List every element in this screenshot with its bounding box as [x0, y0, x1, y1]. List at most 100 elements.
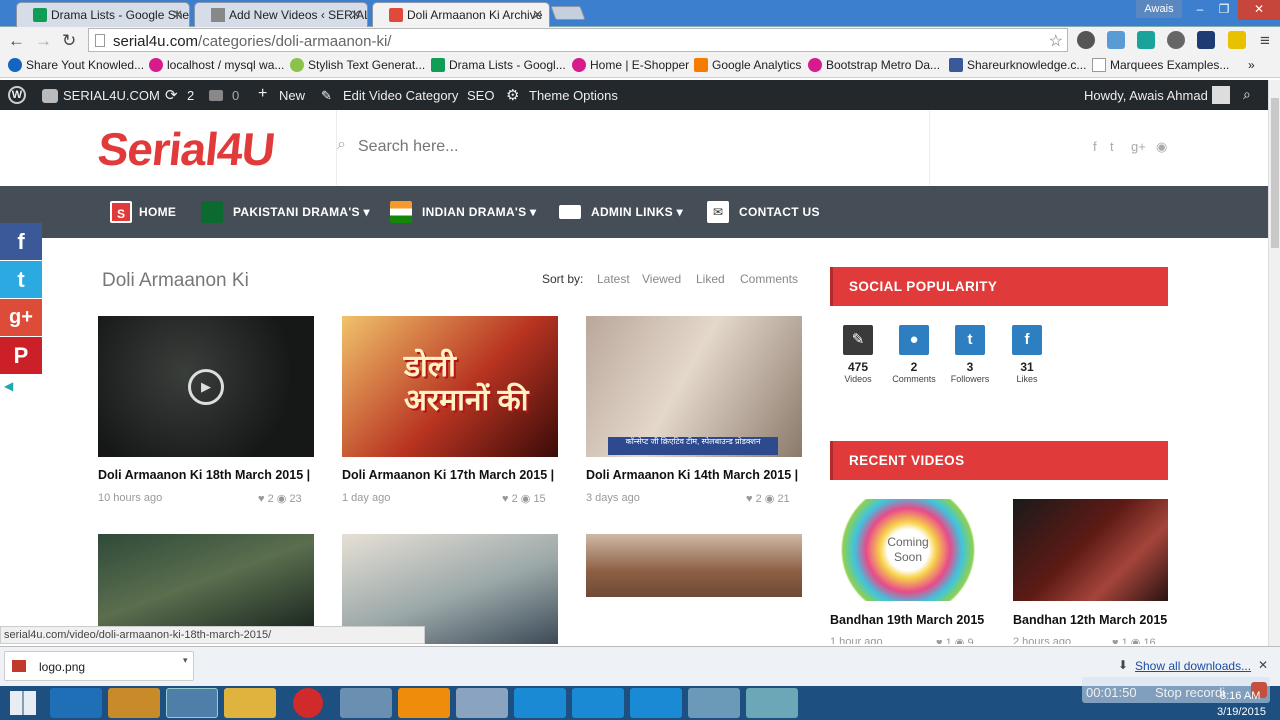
twitter-icon[interactable]: t — [955, 325, 985, 355]
howdy-user[interactable]: Howdy, Awais Ahmad — [1084, 88, 1208, 103]
wordpress-icon[interactable]: W — [8, 86, 26, 104]
twitter-icon[interactable]: t — [1110, 139, 1114, 154]
skype-icon[interactable] — [572, 688, 624, 718]
menu-icon[interactable]: ≡ — [1260, 31, 1270, 51]
recent-video-title[interactable]: Bandhan 12th March 2015 | S — [1013, 613, 1168, 627]
camera-icon[interactable] — [1107, 31, 1125, 49]
video-thumbnail[interactable] — [586, 534, 802, 597]
bookmark[interactable]: Home | E-Shopper — [572, 58, 689, 72]
site-name-link[interactable]: SERIAL4U.COM — [63, 88, 160, 103]
download-item[interactable]: logo.png ▾ — [4, 651, 194, 681]
collapse-share-icon[interactable]: ◀ — [4, 379, 13, 393]
recent-video-thumbnail[interactable] — [1013, 499, 1168, 601]
tab-add-new-videos[interactable]: Add New Videos ‹ SERIAL4 ✕ — [194, 2, 368, 27]
profile-chip[interactable]: Awais — [1136, 0, 1182, 18]
sort-comments[interactable]: Comments — [740, 272, 798, 286]
updates-icon[interactable]: ⟳ — [165, 86, 178, 104]
extension-c-icon[interactable] — [1137, 31, 1155, 49]
chevron-down-icon[interactable]: ▾ — [183, 655, 188, 666]
video-thumbnail[interactable]: डोली अरमानों की — [342, 316, 558, 457]
close-icon[interactable]: ✕ — [350, 7, 361, 23]
bookmark[interactable]: Google Analytics — [694, 58, 801, 72]
edit-category-link[interactable]: Edit Video Category — [343, 88, 458, 103]
start-button[interactable] — [10, 691, 36, 715]
play-icon[interactable]: ▶ — [188, 369, 224, 405]
video-thumbnail[interactable] — [98, 534, 314, 626]
notepad-icon[interactable] — [746, 688, 798, 718]
avatar[interactable] — [1212, 86, 1230, 104]
nav-pakistani-dramas[interactable]: PAKISTANI DRAMA'S ▾ — [233, 205, 370, 219]
forward-icon[interactable]: → — [35, 31, 52, 51]
video-title[interactable]: Doli Armaanon Ki 18th March 2015 | SE — [98, 468, 314, 482]
recent-video-title[interactable]: Bandhan 19th March 2015 | S — [830, 613, 986, 627]
sublime-icon[interactable] — [108, 688, 160, 718]
theme-options-link[interactable]: Theme Options — [529, 88, 618, 103]
bookmark[interactable]: Drama Lists - Googl... — [431, 58, 566, 72]
vlc-icon[interactable] — [398, 688, 450, 718]
star-icon[interactable]: ☆ — [1049, 31, 1063, 51]
address-bar[interactable]: serial4u.com/categories/doli-armaanon-ki… — [88, 28, 1068, 52]
skype-icon[interactable] — [630, 688, 682, 718]
site-logo[interactable]: Serial4U — [95, 122, 277, 176]
nav-indian-dramas[interactable]: INDIAN DRAMA'S ▾ — [422, 205, 536, 219]
share-facebook-button[interactable]: f — [0, 223, 42, 260]
scrollbar-thumb[interactable] — [1271, 98, 1279, 248]
sync-icon[interactable] — [1167, 31, 1185, 49]
video-title[interactable]: Doli Armaanon Ki 14th March 2015 | SE — [586, 468, 802, 482]
google-plus-icon[interactable]: g+ — [1131, 139, 1146, 154]
new-tab-button[interactable] — [550, 6, 586, 20]
paint-icon[interactable] — [456, 688, 508, 718]
recent-video-time: 2 hours ago — [1013, 636, 1072, 644]
search-input[interactable] — [358, 134, 898, 160]
maximize-button[interactable]: ❐ — [1210, 0, 1238, 20]
ie-icon[interactable] — [50, 688, 102, 718]
bookmark[interactable]: Shareurknowledge.c... — [949, 58, 1086, 72]
explorer-icon[interactable] — [224, 688, 276, 718]
sort-latest[interactable]: Latest — [597, 272, 630, 286]
calculator-icon[interactable] — [340, 688, 392, 718]
extension-icon[interactable] — [1197, 31, 1215, 49]
facebook-icon[interactable]: f — [1093, 139, 1097, 154]
video-title[interactable]: Doli Armaanon Ki 17th March 2015 | SE — [342, 468, 558, 482]
page-scrollbar[interactable] — [1268, 80, 1280, 646]
bookmarks-overflow[interactable]: » — [1248, 58, 1255, 72]
close-icon[interactable]: ✕ — [532, 7, 543, 23]
tab-drama-lists[interactable]: Drama Lists - Google Shee ✕ — [16, 2, 190, 27]
rss-icon[interactable]: ◉ — [1156, 139, 1167, 155]
window-close-button[interactable]: ✕ — [1238, 0, 1280, 20]
sort-liked[interactable]: Liked — [696, 272, 725, 286]
close-icon[interactable]: ✕ — [172, 7, 183, 23]
seo-link[interactable]: SEO — [467, 88, 494, 103]
extension-icon[interactable] — [1077, 31, 1095, 49]
stop-recording-button[interactable]: Stop recordi — [1155, 685, 1225, 700]
share-twitter-button[interactable]: t — [0, 261, 42, 298]
show-all-downloads-link[interactable]: Show all downloads... — [1135, 659, 1251, 673]
share-google-plus-button[interactable]: g+ — [0, 299, 42, 336]
tab-doli-archive[interactable]: Doli Armaanon Ki Archive ✕ — [372, 2, 550, 28]
nav-home[interactable]: HOME — [139, 205, 176, 219]
facebook-icon[interactable]: f — [1012, 325, 1042, 355]
chrome-icon[interactable] — [166, 688, 218, 718]
close-icon[interactable]: ✕ — [1258, 658, 1268, 672]
photos-icon[interactable] — [688, 688, 740, 718]
share-pinterest-button[interactable]: P — [0, 337, 42, 374]
reload-icon[interactable]: ↻ — [62, 31, 76, 51]
bookmark[interactable]: Stylish Text Generat... — [290, 58, 425, 72]
nav-contact-us[interactable]: CONTACT US — [739, 205, 820, 219]
nav-admin-links[interactable]: ADMIN LINKS ▾ — [591, 205, 683, 219]
bookmark[interactable]: Bootstrap Metro Da... — [808, 58, 940, 72]
opera-icon[interactable] — [293, 688, 323, 718]
recent-video-thumbnail[interactable]: Coming Soon — [830, 499, 986, 601]
video-thumbnail[interactable]: ▶ — [98, 316, 314, 457]
back-icon[interactable]: ← — [8, 31, 25, 51]
new-link[interactable]: New — [279, 88, 305, 103]
sort-viewed[interactable]: Viewed — [642, 272, 681, 286]
notification-icon[interactable] — [1228, 31, 1246, 49]
skype-icon[interactable] — [514, 688, 566, 718]
bookmark[interactable]: Share Yout Knowled... — [8, 58, 144, 72]
search-icon[interactable]: ⌕ — [1243, 86, 1251, 103]
bookmark[interactable]: localhost / mysql wa... — [149, 58, 284, 72]
video-thumbnail[interactable]: कॉन्सेप्ट जी क्रिएटिव टीम, स्पेलबाउन्ड प… — [586, 316, 802, 457]
comments-icon[interactable] — [209, 90, 223, 101]
bookmark[interactable]: Marquees Examples... — [1092, 58, 1229, 72]
